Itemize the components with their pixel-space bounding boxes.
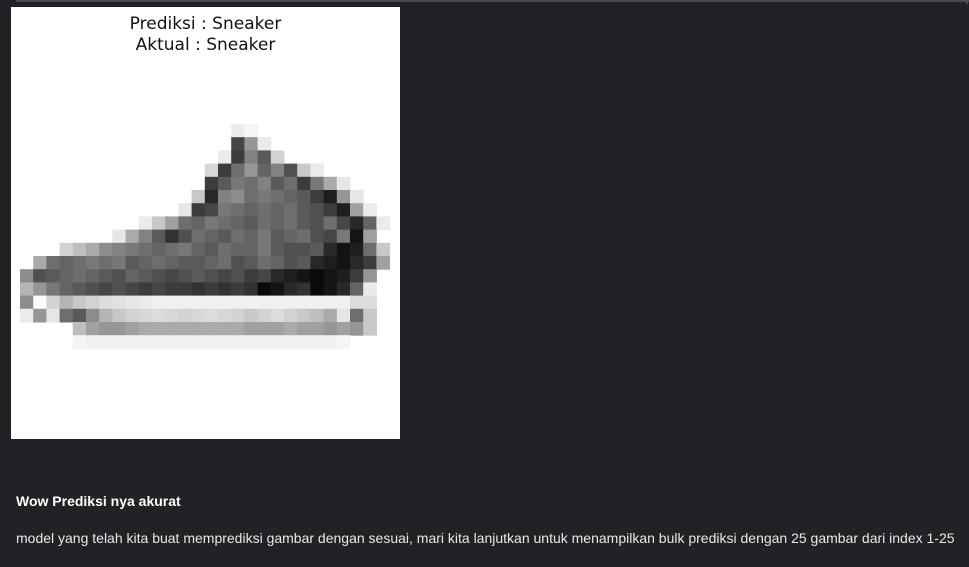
markdown-paragraph: model yang telah kita buat memprediksi g… [16,530,955,546]
cell-divider [16,0,969,2]
markdown-heading: Wow Prediksi nya akurat [16,493,181,509]
sneaker-image [20,124,391,349]
cell-divider-tick [966,0,968,4]
output-figure: Prediksi : Sneaker Aktual : Sneaker [11,7,400,439]
